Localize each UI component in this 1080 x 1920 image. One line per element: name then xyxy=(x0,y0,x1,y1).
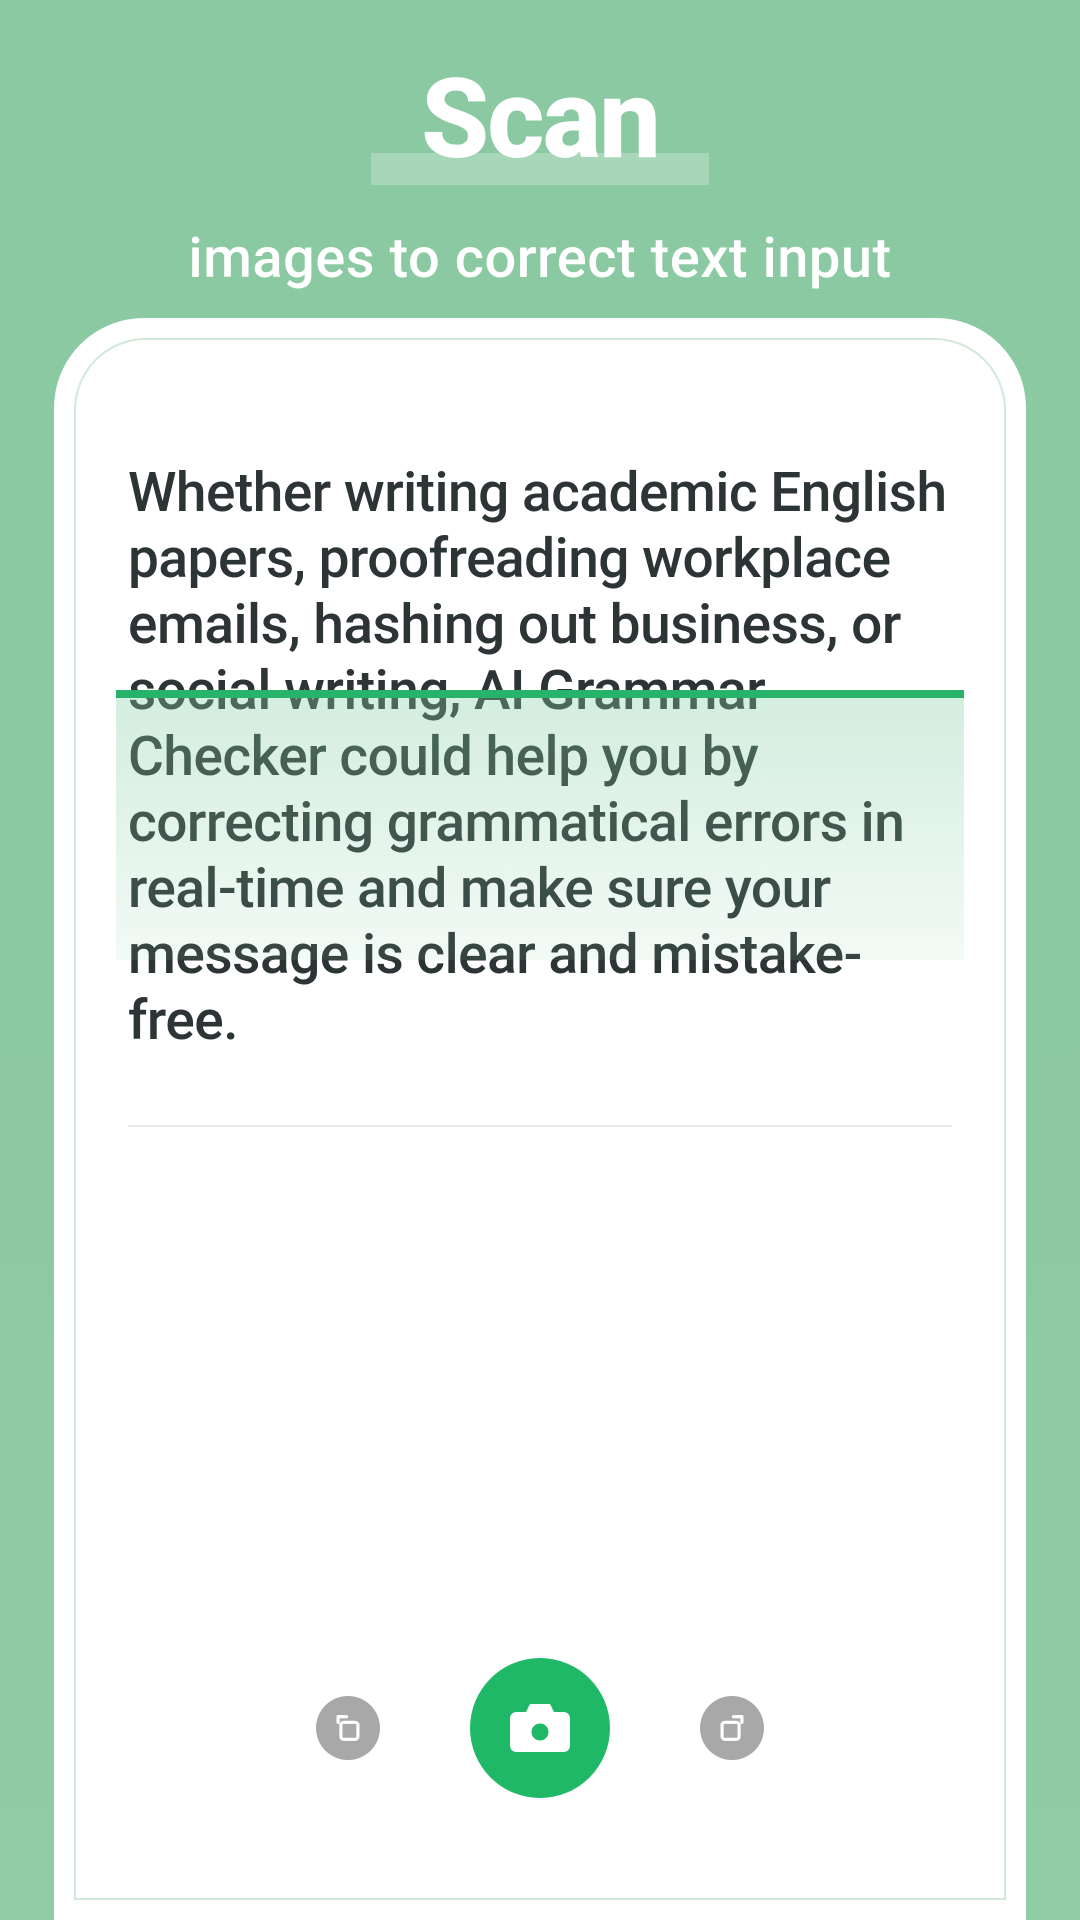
phone-inner: Whether writing academic English papers,… xyxy=(74,338,1006,1900)
toolbar xyxy=(76,1658,1004,1798)
camera-icon xyxy=(508,1700,572,1756)
header: Scan images to correct text input xyxy=(0,0,1080,291)
page-subtitle: images to correct text input xyxy=(0,225,1080,291)
rotate-right-button[interactable] xyxy=(700,1696,764,1760)
phone-frame: Whether writing academic English papers,… xyxy=(54,318,1026,1920)
scan-overlay xyxy=(116,690,964,960)
rotate-right-icon xyxy=(715,1711,749,1745)
page-title: Scan xyxy=(421,65,659,175)
divider xyxy=(128,1125,952,1127)
rotate-left-button[interactable] xyxy=(316,1696,380,1760)
rotate-left-icon xyxy=(331,1711,365,1745)
camera-button[interactable] xyxy=(470,1658,610,1798)
